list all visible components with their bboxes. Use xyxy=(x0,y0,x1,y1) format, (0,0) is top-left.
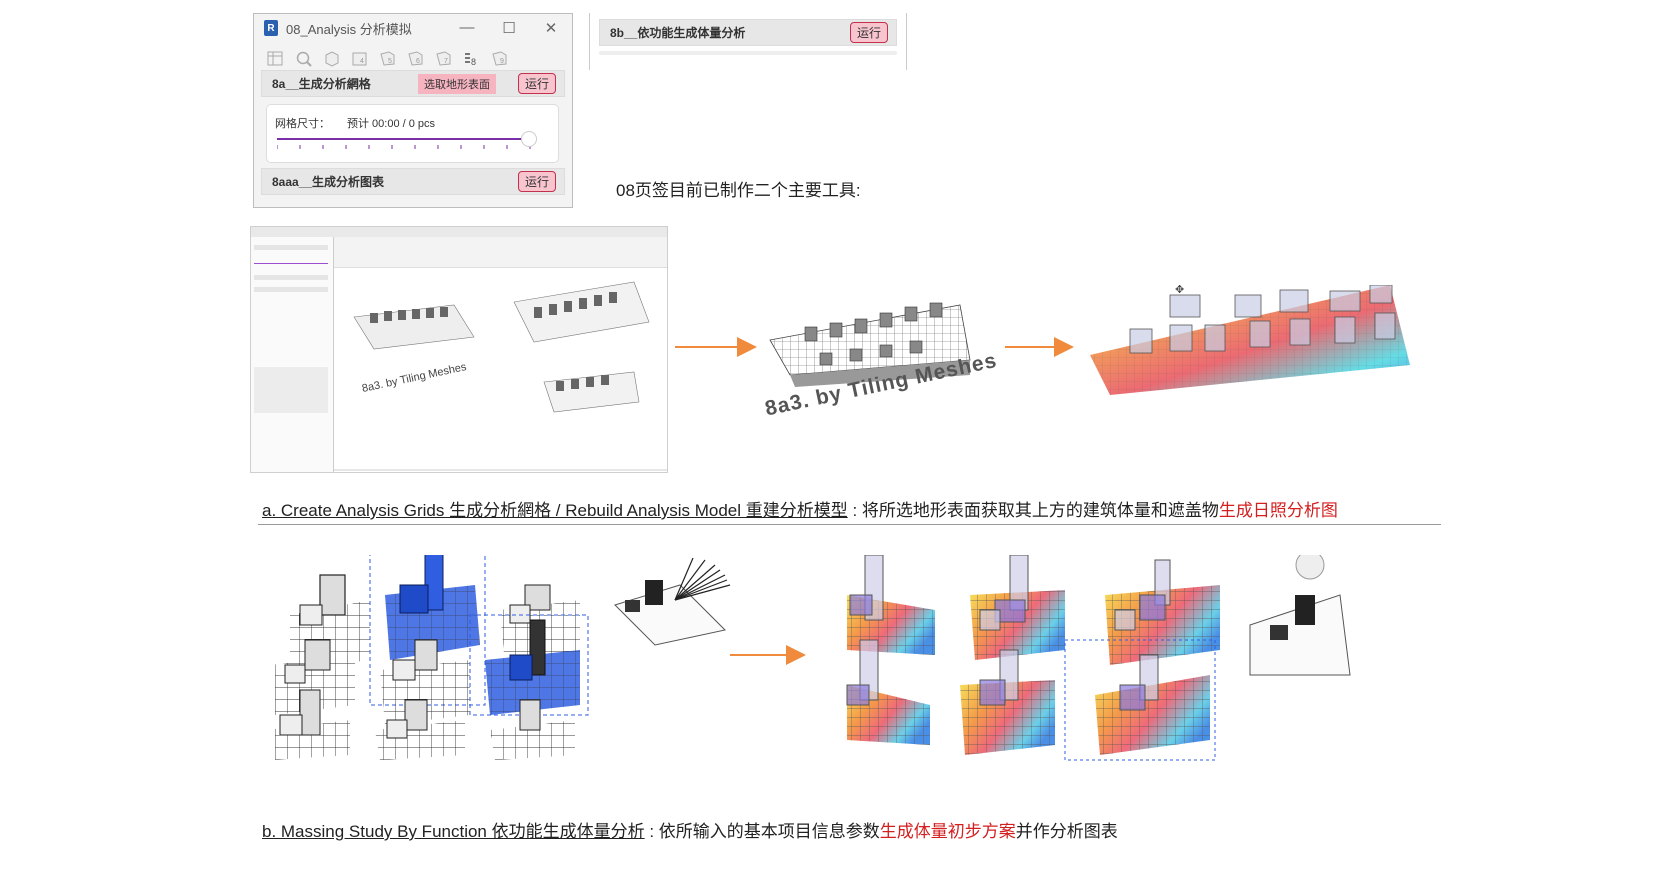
analysis-result-selected xyxy=(1064,639,1216,761)
estimate-text: 预计 00:00 / 0 pcs xyxy=(347,118,436,130)
analysis-view xyxy=(1249,555,1351,676)
analyzed-massing-results xyxy=(846,555,1351,761)
cube7-icon[interactable]: 7 xyxy=(434,49,453,68)
minimize-button[interactable]: — xyxy=(446,19,488,37)
revit-titlebar xyxy=(251,227,667,237)
move-icon: ✥ xyxy=(1175,285,1184,296)
tool-row-8aaa: 8aaa__生成分析图表 运行 xyxy=(261,168,565,195)
svg-text:7: 7 xyxy=(444,58,448,65)
chart4-icon[interactable]: 4 xyxy=(350,49,369,68)
caption-b: b. Massing Study By Function 依功能生成体量分析 :… xyxy=(262,817,1118,842)
caption-b-highlight: 生成体量初步方案 xyxy=(879,822,1016,841)
tool-tabs: 4 5 6 7 8 9 xyxy=(254,42,572,73)
analysis-result xyxy=(1105,559,1220,665)
preview-slider xyxy=(254,263,328,264)
progress-track xyxy=(599,51,897,55)
section-a-illustration: ✥ xyxy=(675,285,1410,395)
caption-b-text: : 依所输入的基本项目信息参数 xyxy=(644,822,880,841)
section-b-illustration xyxy=(275,555,1351,761)
tool-8aaa-label: 8aaa__生成分析图表 xyxy=(272,175,385,189)
analysis-plugin-window: R 08_Analysis 分析模拟 — ☐ ✕ 4 5 6 7 8 9 8a_… xyxy=(253,13,573,208)
maximize-button[interactable]: ☐ xyxy=(488,19,530,37)
tool-8a-label: 8a__生成分析網格 xyxy=(272,77,371,91)
svg-text:5: 5 xyxy=(388,58,392,65)
analysis-result xyxy=(970,555,1065,660)
preview-row xyxy=(254,287,328,292)
sun-analysis-heatmap xyxy=(1090,285,1410,395)
slider-ticks xyxy=(277,145,531,149)
window-titlebar: R 08_Analysis 分析模拟 — ☐ ✕ xyxy=(254,14,572,42)
section-divider xyxy=(258,524,1441,525)
revit-app-icon: R xyxy=(264,20,278,36)
grid-size-slider[interactable] xyxy=(277,138,525,140)
revit-plugin-panel xyxy=(251,237,334,472)
cube9-icon[interactable]: 9 xyxy=(490,49,509,68)
grid-size-label: 网格尺寸： xyxy=(275,118,330,130)
revit-ribbon xyxy=(334,237,667,268)
svg-text:8: 8 xyxy=(471,57,476,67)
preview-row xyxy=(254,245,328,250)
close-button[interactable]: ✕ xyxy=(530,19,572,37)
window-title: 08_Analysis 分析模拟 xyxy=(286,21,412,37)
table-icon[interactable] xyxy=(266,49,285,68)
intro-text: 08页签目前已制作二个主要工具: xyxy=(616,181,861,200)
svg-text:9: 9 xyxy=(500,58,504,65)
bars-8-icon[interactable]: 8 xyxy=(460,49,483,73)
sun-path-study xyxy=(614,557,731,646)
caption-b-link[interactable]: b. Massing Study By Function 依功能生成体量分析 xyxy=(262,822,645,841)
svg-text:4: 4 xyxy=(360,58,364,65)
preview-row xyxy=(254,275,328,280)
run-8a-button[interactable]: 运行 xyxy=(517,73,556,94)
analysis-result xyxy=(960,649,1055,755)
tool-row-8b: 8b__依功能生成体量分析 运行 xyxy=(599,19,897,46)
search-chart-icon[interactable] xyxy=(294,49,313,68)
run-8b-button[interactable]: 运行 xyxy=(849,22,888,43)
pick-topography-button[interactable]: 选取地形表面 xyxy=(417,73,496,94)
caption-a-highlight: 生成日照分析图 xyxy=(1218,501,1338,520)
revit-3d-views xyxy=(334,281,667,471)
preview-property-box xyxy=(254,367,328,413)
tool-8b-label: 8b__依功能生成体量分析 xyxy=(610,26,746,40)
analysis-result xyxy=(846,639,930,745)
caption-a: a. Create Analysis Grids 生成分析網格 / Rebuil… xyxy=(262,496,1338,521)
run-8aaa-button[interactable]: 运行 xyxy=(517,171,556,192)
cube5-icon[interactable]: 5 xyxy=(378,49,397,68)
massing-tool-window: 8b__依功能生成体量分析 运行 xyxy=(589,13,907,70)
slider-thumb[interactable] xyxy=(521,131,537,147)
cube6-icon[interactable]: 6 xyxy=(406,49,425,68)
view-cube-icon xyxy=(1295,555,1325,580)
grid-settings-panel: 网格尺寸： 预计 00:00 / 0 pcs xyxy=(266,104,559,163)
cube-icon[interactable] xyxy=(322,49,341,68)
caption-b-tail: 并作分析图表 xyxy=(1015,822,1118,841)
revit-screenshot-preview: 8a3. by Tiling Meshes xyxy=(250,226,668,473)
caption-a-text: : 将所选地形表面获取其上方的建筑体量和遮盖物 xyxy=(847,501,1219,520)
caption-a-link[interactable]: a. Create Analysis Grids 生成分析網格 / Rebuil… xyxy=(262,501,848,520)
tool-row-8a: 8a__生成分析網格 选取地形表面 运行 xyxy=(261,70,565,97)
svg-text:6: 6 xyxy=(416,58,420,65)
massing-options-grid xyxy=(275,555,589,760)
